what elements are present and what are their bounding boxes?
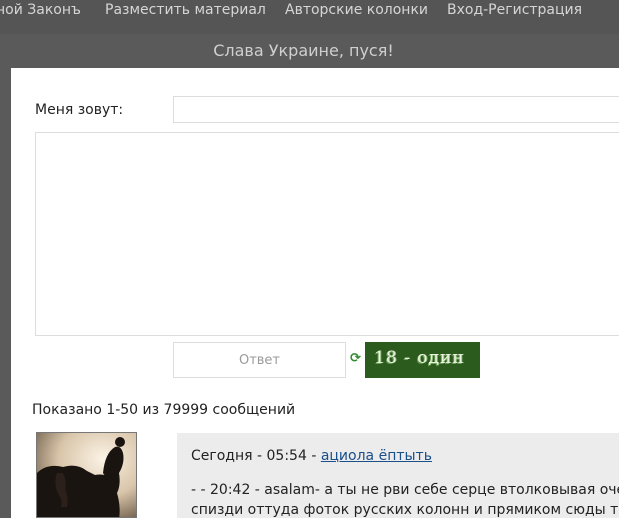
name-label: Меня зовут: bbox=[35, 102, 124, 118]
name-input[interactable] bbox=[173, 96, 619, 123]
message-header: Сегодня - 05:54 - ациола ёптыть bbox=[191, 448, 432, 464]
captcha-answer-input[interactable] bbox=[173, 342, 346, 378]
top-navigation: ной Законъ Разместить материал Авторские… bbox=[0, 0, 619, 34]
nav-item-post-material[interactable]: Разместить материал bbox=[105, 2, 266, 18]
nav-item-author-columns[interactable]: Авторские колонки bbox=[285, 2, 428, 18]
messages-count: Показано 1-50 из 79999 сообщений bbox=[32, 402, 296, 418]
message-author-link[interactable]: ациола ёптыть bbox=[321, 448, 432, 464]
guestbook-panel: Меня зовут: ⟳ 18 - один Показано 1-50 из… bbox=[11, 68, 619, 518]
message-body: - - 20:42 - asalam- а ты не рви себе сер… bbox=[191, 480, 619, 518]
message-line: спизди оттуда фоток русских колонн и пря… bbox=[191, 502, 619, 518]
message-line: - - 20:42 - asalam- а ты не рви себе сер… bbox=[191, 482, 619, 498]
avatar bbox=[36, 432, 137, 518]
message-item: Сегодня - 05:54 - ациола ёптыть - - 20:4… bbox=[177, 433, 619, 518]
message-textarea[interactable] bbox=[35, 132, 619, 336]
nav-item-main-law[interactable]: ной Законъ bbox=[0, 2, 81, 18]
horse-rider-icon bbox=[37, 433, 136, 517]
message-time: Сегодня - 05:54 - bbox=[191, 448, 317, 464]
refresh-icon[interactable]: ⟳ bbox=[350, 351, 362, 367]
greeting-banner: Слава Украине, пуся! bbox=[213, 41, 394, 60]
captcha-image: 18 - один bbox=[365, 342, 480, 378]
nav-item-login-register[interactable]: Вход-Регистрация bbox=[447, 2, 582, 18]
